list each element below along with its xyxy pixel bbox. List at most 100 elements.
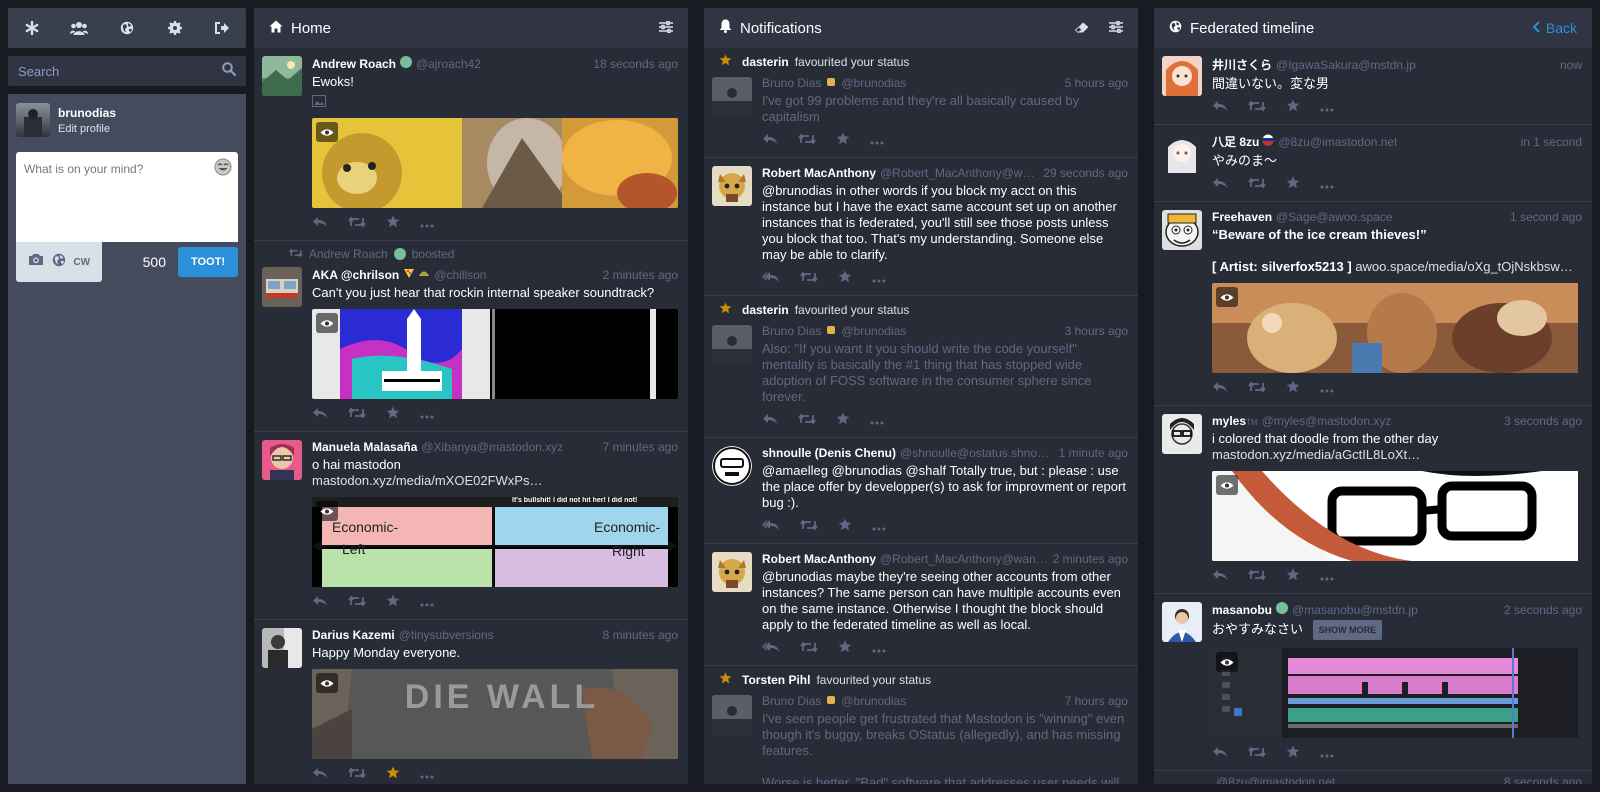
timestamp[interactable]: 7 hours ago [1061, 694, 1128, 708]
favourite-icon[interactable] [1286, 99, 1300, 117]
display-name[interactable]: 井川さくら [1212, 56, 1272, 73]
display-name[interactable]: Manuela Malasaña [312, 440, 417, 454]
favourite-icon[interactable] [1286, 745, 1300, 763]
account-handle[interactable]: @tinysubversions [399, 628, 494, 642]
edit-profile-link[interactable]: Edit profile [58, 123, 116, 135]
avatar[interactable] [712, 552, 752, 592]
more-icon[interactable] [870, 412, 884, 430]
boost-icon[interactable] [348, 406, 366, 424]
timestamp[interactable]: now [1556, 58, 1582, 72]
display-name[interactable]: 八足 8zu [1212, 133, 1259, 150]
media-gallery[interactable] [312, 118, 678, 208]
logout-icon[interactable] [212, 18, 232, 38]
notification[interactable]: dasterin favourited your status Bruno Di… [704, 48, 1138, 158]
favourite-icon[interactable] [836, 132, 850, 150]
more-icon[interactable] [420, 594, 434, 612]
account-handle[interactable]: @shnoulle@ostatus.shnoulle.n… [900, 446, 1055, 460]
more-icon[interactable] [872, 640, 886, 658]
show-more-button[interactable]: SHOW MORE [1312, 620, 1383, 640]
reply-icon[interactable] [762, 412, 778, 430]
compose-textarea[interactable]: What is on your mind? [16, 152, 238, 242]
favourite-icon[interactable] [1286, 380, 1300, 398]
avatar[interactable] [16, 103, 50, 137]
avatar[interactable] [1162, 56, 1202, 96]
avatar[interactable] [712, 325, 752, 365]
reply-all-icon[interactable] [762, 270, 780, 288]
more-icon[interactable] [1320, 568, 1334, 586]
toot-button[interactable]: TOOT! [178, 247, 238, 277]
reply-icon[interactable] [312, 215, 328, 233]
more-icon[interactable] [420, 766, 434, 784]
timestamp[interactable]: in 1 second [1517, 135, 1582, 149]
status[interactable]: Andrew Roach @ajroach42 18 seconds ago E… [254, 48, 688, 241]
reply-icon[interactable] [1212, 568, 1228, 586]
reply-icon[interactable] [312, 406, 328, 424]
booster-name[interactable]: Andrew Roach [309, 247, 388, 261]
status[interactable]: Bruno Dias @brunodias 7 hours ago I've s… [704, 687, 1138, 784]
display-name[interactable]: Bruno Dias [762, 694, 821, 708]
home-column-header[interactable]: Home [254, 8, 688, 48]
timestamp[interactable]: 7 minutes ago [599, 440, 678, 454]
display-name[interactable]: shnoulle (Denis Chenu) [762, 446, 896, 460]
reply-icon[interactable] [312, 594, 328, 612]
account-handle[interactable]: @IgawaSakura@mstdn.jp [1276, 58, 1416, 72]
reply-icon[interactable] [1212, 380, 1228, 398]
status[interactable]: 八足 8zu @8zu@imastodon.net in 1 second やみ… [1154, 125, 1592, 202]
favourite-icon[interactable] [1286, 176, 1300, 194]
status[interactable]: AKA @chrilson @chillson 2 minutes ago Ca… [254, 261, 688, 432]
favourite-icon-active[interactable] [386, 766, 400, 784]
getting-started-icon[interactable] [22, 18, 42, 38]
local-timeline-icon[interactable] [69, 18, 89, 38]
timestamp[interactable]: 8 seconds ago [1500, 775, 1582, 784]
timestamp[interactable]: 1 second ago [1506, 210, 1582, 224]
timestamp[interactable]: 2 minutes ago [599, 268, 678, 282]
more-icon[interactable] [872, 518, 886, 536]
federated-column-header[interactable]: Federated timeline Back [1154, 8, 1592, 48]
media-gallery[interactable] [1212, 471, 1582, 561]
timestamp[interactable]: 5 hours ago [1061, 76, 1128, 90]
account-handle[interactable]: @Sage@awoo.space [1276, 210, 1392, 224]
column-settings-icon[interactable] [1109, 20, 1123, 37]
timestamp[interactable]: 3 seconds ago [1500, 414, 1582, 428]
notifications-column-header[interactable]: Notifications [704, 8, 1138, 48]
display-name[interactable]: masanobu [1212, 603, 1272, 617]
status[interactable]: 井川さくら @IgawaSakura@mstdn.jp now 間違いない。変な… [1154, 48, 1592, 125]
boost-icon[interactable] [800, 270, 818, 288]
display-name[interactable]: Robert MacAnthony [762, 552, 876, 566]
favourite-icon[interactable] [386, 594, 400, 612]
status[interactable]: shnoulle (Denis Chenu) @shnoulle@ostatus… [704, 438, 1138, 544]
account-handle[interactable]: @brunodias [841, 694, 906, 708]
eye-icon[interactable] [1216, 475, 1238, 495]
eye-icon[interactable] [1216, 287, 1238, 307]
more-icon[interactable] [1320, 745, 1334, 763]
boost-icon[interactable] [348, 766, 366, 784]
search-icon[interactable] [222, 61, 237, 81]
account-handle[interactable]: @8zu@imastodon.net [1278, 135, 1397, 149]
status[interactable]: Robert MacAnthony @Robert_MacAnthony@wan… [704, 158, 1138, 296]
more-icon[interactable] [420, 406, 434, 424]
emoji-picker-icon[interactable] [214, 158, 232, 176]
media-gallery[interactable] [1212, 283, 1582, 373]
status-link[interactable]: awoo.space/media/oXg_tOjNskbsw… [1355, 259, 1573, 274]
boost-icon[interactable] [1248, 99, 1266, 117]
status[interactable]: Freehaven @Sage@awoo.space 1 second ago … [1154, 202, 1592, 406]
favourite-icon[interactable] [836, 412, 850, 430]
avatar[interactable] [712, 695, 752, 735]
boost-icon[interactable] [798, 412, 816, 430]
preferences-icon[interactable] [165, 18, 185, 38]
timestamp[interactable]: 1 minute ago [1055, 446, 1128, 460]
federated-timeline-icon[interactable] [117, 18, 137, 38]
boost-icon[interactable] [798, 132, 816, 150]
avatar[interactable] [1162, 414, 1202, 454]
privacy-globe-icon[interactable] [52, 253, 66, 272]
account-handle[interactable]: @Xibanya@mastodon.xyz [421, 440, 563, 454]
account-handle[interactable]: @chillson [434, 268, 486, 282]
reply-icon[interactable] [1212, 99, 1228, 117]
account-handle[interactable]: @brunodias [841, 324, 906, 338]
display-name[interactable]: myles [1212, 414, 1246, 428]
account-handle[interactable]: @brunodias [841, 76, 906, 90]
status[interactable]: Robert MacAnthony @Robert_MacAnthony@wan… [704, 544, 1138, 666]
timestamp[interactable]: 29 seconds ago [1039, 166, 1128, 180]
search-input[interactable]: Search [18, 64, 222, 79]
boost-icon[interactable] [348, 594, 366, 612]
